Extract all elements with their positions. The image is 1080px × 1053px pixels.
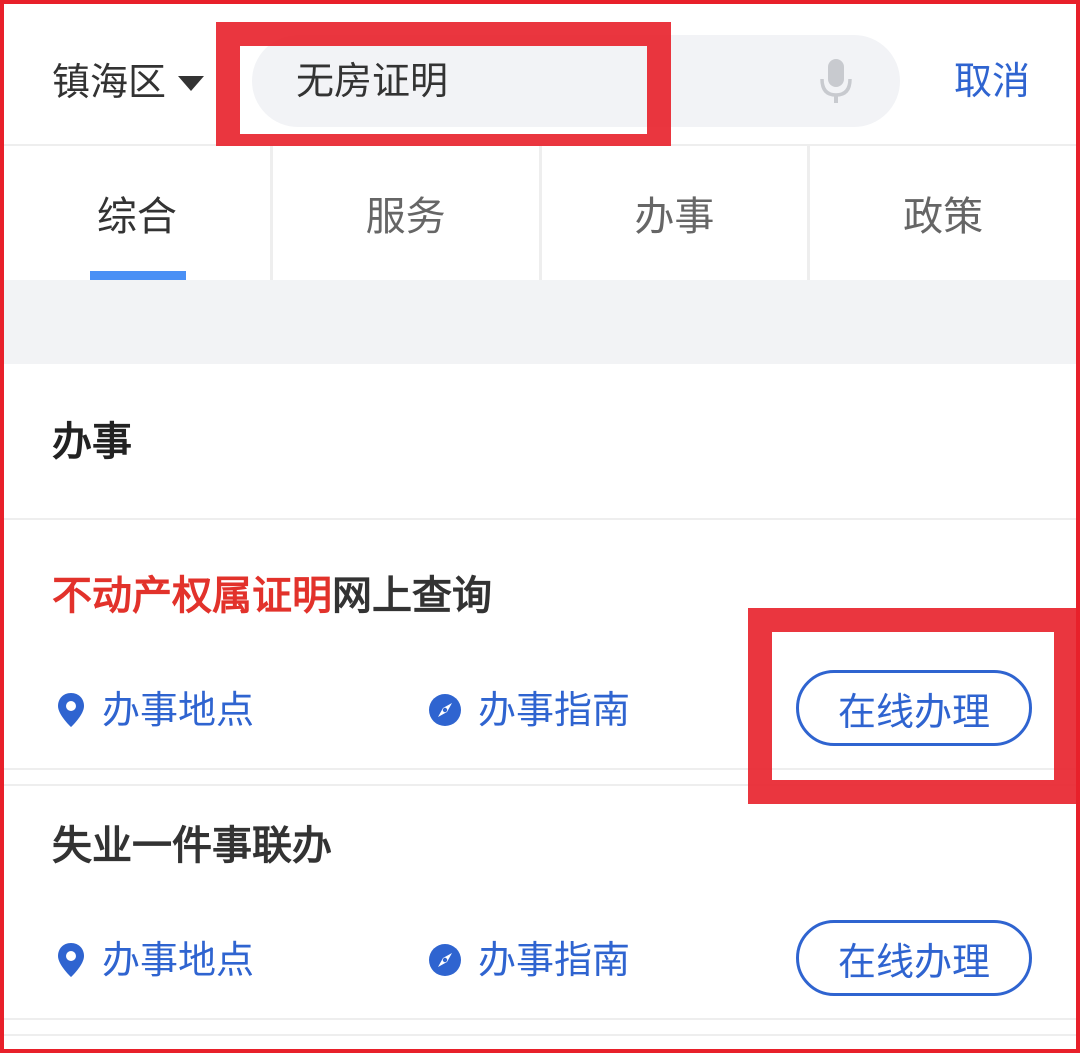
divider xyxy=(4,1034,1076,1036)
tab-active-indicator xyxy=(90,271,186,280)
location-pin-icon xyxy=(58,943,84,977)
location-pin-icon xyxy=(58,693,84,727)
list-item: 失业一件事联办 办事地点 办事指南 在线办理 xyxy=(4,786,1076,1018)
location-link[interactable]: 办事地点 xyxy=(56,684,254,736)
item-title-rest: 失业一件事联办 xyxy=(52,823,332,869)
compass-icon xyxy=(429,944,461,976)
cancel-button[interactable]: 取消 xyxy=(954,54,1030,108)
search-highlight-annotation xyxy=(216,22,671,158)
tab-label: 综合 xyxy=(96,194,177,240)
guide-link[interactable]: 办事指南 xyxy=(428,934,630,986)
location-label: 办事地点 xyxy=(102,938,255,982)
category-tabs: 综合 服务 办事 政策 xyxy=(4,146,1076,280)
tab-policy[interactable]: 政策 xyxy=(810,146,1076,280)
guide-label: 办事指南 xyxy=(478,688,631,732)
tab-comprehensive[interactable]: 综合 xyxy=(4,146,273,280)
item-title-rest: 网上查询 xyxy=(332,573,492,619)
tab-label: 服务 xyxy=(365,194,446,240)
guide-link[interactable]: 办事指南 xyxy=(428,684,630,736)
location-link[interactable]: 办事地点 xyxy=(56,934,254,986)
tab-label: 办事 xyxy=(634,194,715,240)
item-title[interactable]: 不动产权属证明网上查询 xyxy=(52,568,492,624)
section-title: 办事 xyxy=(52,419,132,465)
screenshot-frame: 镇海区 无房证明 取消 综合 服务 办事 政策 办事 不动产权属证明网上查询 办… xyxy=(0,0,1080,1053)
section-divider-band xyxy=(4,280,1076,364)
tab-label: 政策 xyxy=(903,194,984,240)
tab-affairs[interactable]: 办事 xyxy=(542,146,811,280)
district-selector[interactable]: 镇海区 xyxy=(52,56,205,108)
compass-icon xyxy=(429,694,461,726)
item-title[interactable]: 失业一件事联办 xyxy=(52,818,332,874)
location-label: 办事地点 xyxy=(102,688,255,732)
guide-label: 办事指南 xyxy=(478,938,631,982)
caret-down-icon xyxy=(178,75,205,91)
button-highlight-annotation xyxy=(748,608,1076,804)
microphone-icon[interactable] xyxy=(816,57,856,105)
district-label: 镇海区 xyxy=(52,60,167,104)
tab-services[interactable]: 服务 xyxy=(273,146,542,280)
online-process-button[interactable]: 在线办理 xyxy=(796,920,1032,996)
item-title-highlight: 不动产权属证明 xyxy=(52,573,332,619)
divider xyxy=(4,1018,1076,1020)
